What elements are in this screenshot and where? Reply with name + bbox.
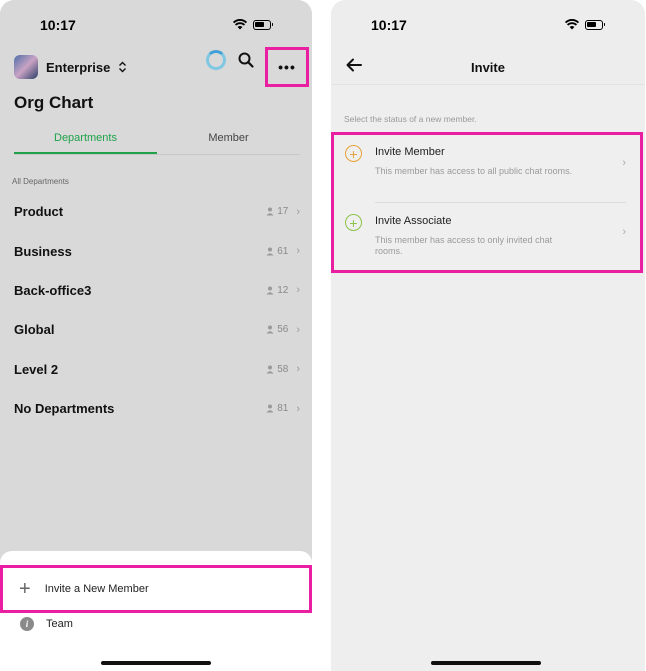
department-row[interactable]: Product 17 › bbox=[0, 192, 312, 231]
status-icons bbox=[233, 19, 273, 30]
department-name: Business bbox=[14, 243, 72, 259]
department-list: Product 17 › Business 61 › Back-office3 … bbox=[0, 192, 312, 428]
chevron-right-icon: › bbox=[622, 226, 626, 238]
department-row[interactable]: Business 61 › bbox=[0, 231, 312, 270]
action-sheet: + Invite a New Member i Team bbox=[0, 551, 312, 671]
invite-new-member-button[interactable]: + Invite a New Member bbox=[0, 565, 312, 613]
loading-ring-icon[interactable] bbox=[206, 50, 226, 70]
chevron-right-icon: › bbox=[296, 284, 300, 297]
info-icon: i bbox=[20, 617, 34, 631]
wifi-icon bbox=[565, 19, 579, 30]
status-icons bbox=[565, 19, 605, 30]
member-count-value: 61 bbox=[277, 245, 289, 257]
workspace-avatar bbox=[14, 55, 38, 79]
tab-departments[interactable]: Departments bbox=[14, 130, 157, 154]
chevron-right-icon: › bbox=[296, 363, 300, 376]
department-name: No Departments bbox=[14, 401, 115, 417]
chevron-right-icon: › bbox=[296, 205, 300, 218]
department-row[interactable]: No Departments 81 › bbox=[0, 389, 312, 428]
status-hint: Select the status of a new member. bbox=[344, 114, 477, 124]
nav-bar: Invite bbox=[331, 55, 645, 83]
chevron-right-icon: › bbox=[296, 323, 300, 336]
member-count: 12 bbox=[266, 285, 288, 296]
invite-new-member-label: Invite a New Member bbox=[44, 583, 149, 595]
member-count: 81 bbox=[266, 403, 288, 414]
department-name: Global bbox=[14, 322, 55, 338]
home-indicator bbox=[431, 661, 541, 665]
chevron-right-icon: › bbox=[296, 245, 300, 258]
invite-content: Select the status of a new member. + Inv… bbox=[331, 84, 645, 671]
header-actions bbox=[206, 50, 254, 70]
status-time: 10:17 bbox=[40, 17, 76, 33]
member-count: 56 bbox=[266, 324, 288, 335]
team-button[interactable]: i Team bbox=[20, 617, 73, 631]
section-label: All Departments bbox=[12, 177, 69, 186]
team-label: Team bbox=[46, 618, 73, 630]
person-icon bbox=[266, 404, 274, 413]
department-name: Level 2 bbox=[14, 361, 59, 377]
option-title: Invite Member bbox=[375, 146, 445, 158]
department-row[interactable]: Level 2 58 › bbox=[0, 350, 312, 389]
option-description: This member has access to all public cha… bbox=[375, 166, 573, 176]
divider bbox=[375, 202, 626, 203]
person-icon bbox=[266, 207, 274, 216]
person-icon bbox=[266, 286, 274, 295]
person-icon bbox=[266, 325, 274, 334]
nav-title: Invite bbox=[471, 60, 505, 75]
option-description: This member has access to only invited c… bbox=[375, 235, 553, 256]
member-count: 61 bbox=[266, 246, 288, 257]
member-count: 17 bbox=[266, 206, 288, 217]
tab-member[interactable]: Member bbox=[157, 130, 300, 154]
status-time: 10:17 bbox=[371, 17, 407, 33]
workspace-name: Enterprise bbox=[46, 59, 111, 75]
workspace-switcher[interactable]: Enterprise bbox=[14, 55, 127, 79]
invite-options: + Invite Member This member has access t… bbox=[331, 132, 643, 273]
chevron-right-icon: › bbox=[296, 402, 300, 415]
invite-member-option[interactable]: + Invite Member This member has access t… bbox=[334, 135, 640, 201]
wifi-icon bbox=[233, 19, 247, 30]
person-icon bbox=[266, 247, 274, 256]
chevron-right-icon: › bbox=[622, 157, 626, 169]
org-tabs: Departments Member bbox=[14, 130, 300, 155]
battery-icon bbox=[253, 19, 273, 30]
more-button[interactable]: ••• bbox=[265, 47, 309, 87]
chevron-updown-icon bbox=[119, 61, 127, 73]
member-count-value: 56 bbox=[277, 324, 289, 336]
member-count-value: 81 bbox=[277, 403, 289, 415]
department-name: Product bbox=[14, 204, 64, 220]
member-count-value: 17 bbox=[277, 206, 289, 218]
department-name: Back-office3 bbox=[14, 282, 92, 298]
person-icon bbox=[266, 365, 274, 374]
plus-circle-icon: + bbox=[345, 145, 362, 162]
department-row[interactable]: Global 56 › bbox=[0, 310, 312, 349]
invite-screen: 10:17 Invite Select the status of a new … bbox=[331, 0, 645, 671]
search-icon[interactable] bbox=[238, 52, 254, 68]
home-indicator bbox=[101, 661, 211, 665]
department-row[interactable]: Back-office3 12 › bbox=[0, 271, 312, 310]
battery-icon bbox=[585, 19, 605, 30]
more-icon: ••• bbox=[278, 59, 296, 75]
option-title: Invite Associate bbox=[375, 215, 452, 227]
member-count-value: 12 bbox=[277, 284, 289, 296]
org-chart-screen: 10:17 Enterprise ••• Org Chart Departmen… bbox=[0, 0, 312, 671]
plus-circle-icon: + bbox=[345, 214, 362, 231]
member-count-value: 58 bbox=[277, 363, 289, 375]
page-title: Org Chart bbox=[14, 93, 94, 112]
plus-icon: + bbox=[19, 578, 31, 600]
invite-associate-option[interactable]: + Invite Associate This member has acces… bbox=[334, 204, 640, 270]
member-count: 58 bbox=[266, 364, 288, 375]
